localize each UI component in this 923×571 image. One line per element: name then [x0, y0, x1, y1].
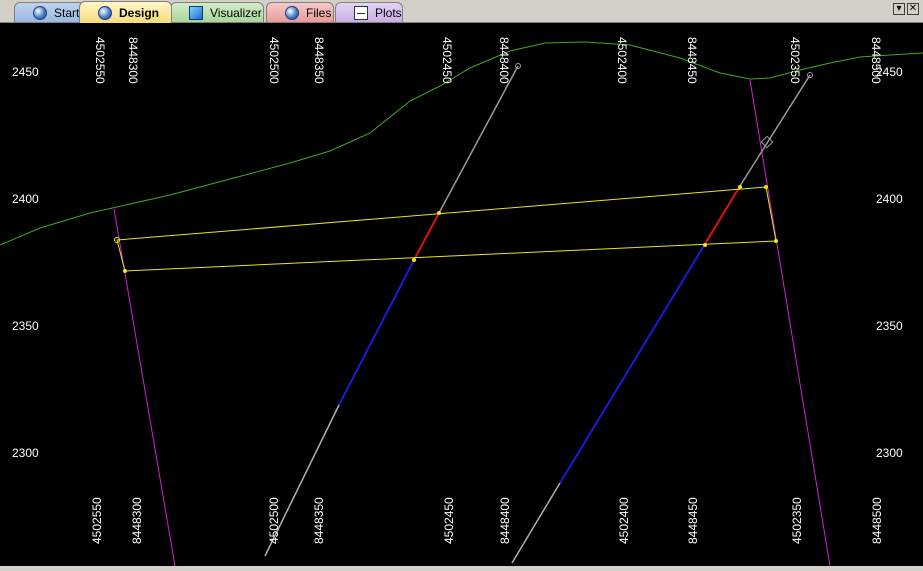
coord-label: 8448400: [498, 497, 512, 544]
elevation-label: 2350: [12, 319, 39, 333]
tab-files-label: Files: [306, 5, 332, 20]
stope-vertex[interactable]: [774, 239, 778, 243]
coord-label: 4502500: [267, 37, 281, 84]
coord-label: 4502500: [267, 497, 281, 544]
coord-label: 4502350: [788, 37, 802, 84]
tab-menu-button[interactable]: ▾: [893, 3, 905, 15]
tab-visualizer[interactable]: Visualizer: [170, 2, 264, 22]
coord-label: 4502550: [93, 37, 107, 84]
elevation-label: 2400: [876, 192, 903, 206]
elevation-label: 2400: [12, 192, 39, 206]
globe-icon: [98, 5, 112, 20]
coord-label: 8448500: [869, 37, 883, 84]
stope-vertex[interactable]: [123, 269, 127, 273]
tab-bar: Start Visualizer Files Plots Design ▾ ✕: [0, 0, 923, 23]
elevation-label: 2300: [12, 446, 39, 460]
globe-icon: [285, 5, 299, 20]
coord-label: 8448450: [686, 497, 700, 544]
plot-icon: [354, 5, 368, 20]
tab-plots[interactable]: Plots: [335, 2, 403, 22]
stope-intersection: [412, 258, 416, 262]
cube-icon: [189, 5, 203, 20]
coord-label: 8448300: [126, 37, 140, 84]
coord-label: 4502450: [440, 37, 454, 84]
coord-label: 4502550: [90, 497, 104, 544]
coord-label: 4502350: [790, 497, 804, 544]
coord-label: 4502400: [615, 37, 629, 84]
coord-label: 8448400: [497, 37, 511, 84]
close-button[interactable]: ✕: [907, 3, 919, 15]
coord-label: 8448350: [312, 497, 326, 544]
elevation-label: 2350: [876, 319, 903, 333]
coord-label: 8448300: [130, 497, 144, 544]
stope-intersection: [703, 243, 707, 247]
tab-files[interactable]: Files: [266, 2, 334, 22]
coord-label: 4502450: [442, 497, 456, 544]
coord-label: 8448500: [870, 497, 884, 544]
coord-label: 8448350: [312, 37, 326, 84]
elevation-label: 2300: [876, 446, 903, 460]
tab-start-label: Start: [54, 5, 80, 20]
globe-icon: [33, 5, 47, 20]
tab-start[interactable]: Start: [14, 2, 86, 22]
tab-plots-label: Plots: [375, 5, 402, 20]
elevation-label: 2450: [12, 65, 39, 79]
tab-visualizer-label: Visualizer: [210, 5, 262, 20]
stope-vertex[interactable]: [764, 185, 768, 189]
stope-intersection: [738, 185, 742, 189]
stope-intersection: [437, 211, 441, 215]
tab-design[interactable]: Design: [79, 1, 172, 23]
view-background: [0, 23, 923, 566]
coord-label: 4502400: [617, 497, 631, 544]
tab-design-label: Design: [119, 5, 160, 20]
design-section-view[interactable]: 2450 2400 2350 2300 2450 2400 2350 2300 …: [0, 23, 923, 567]
coord-label: 8448450: [685, 37, 699, 84]
section-svg[interactable]: 2450 2400 2350 2300 2450 2400 2350 2300 …: [0, 23, 923, 567]
